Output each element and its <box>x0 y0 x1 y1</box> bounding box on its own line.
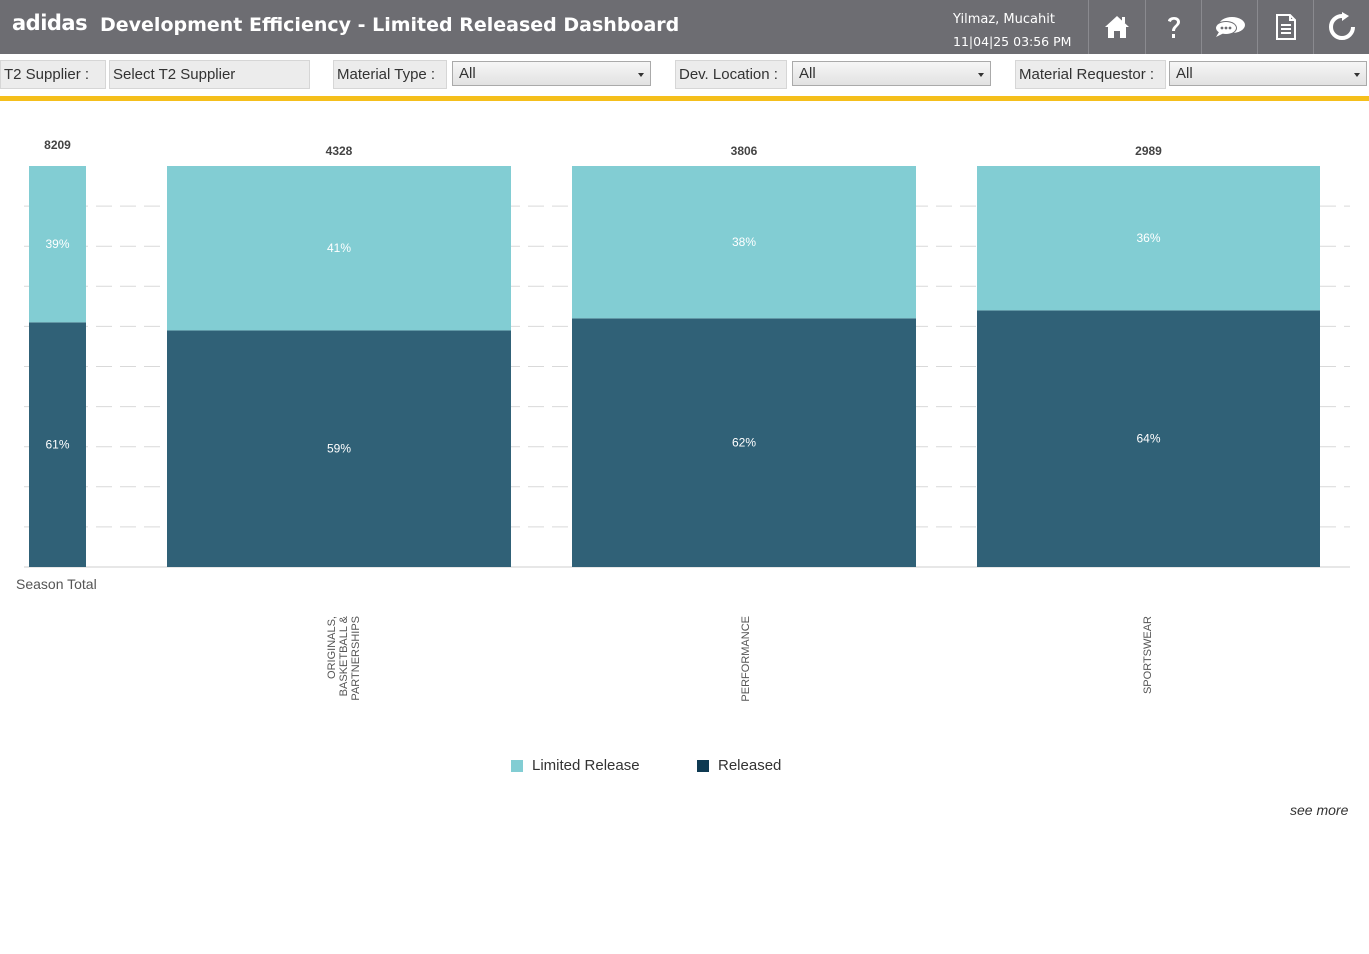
total-label: 2989 <box>1135 144 1162 158</box>
chevron-down-icon <box>1354 73 1360 77</box>
legend-swatch-released <box>697 759 709 772</box>
category-label-performance: PERFORMANCE <box>740 616 752 702</box>
t2-supplier-label: T2 Supplier : <box>0 60 106 89</box>
chat-button[interactable] <box>1201 0 1257 54</box>
help-icon <box>1167 17 1180 38</box>
material-requestor-select[interactable]: All <box>1169 61 1367 86</box>
app-header: adidas Development Efficiency - Limited … <box>0 0 1369 54</box>
total-label: 8209 <box>44 138 71 152</box>
document-icon <box>1275 14 1296 40</box>
material-requestor-value: All <box>1176 65 1193 82</box>
data-label-limited-release: 41% <box>327 241 351 255</box>
legend-label-released: Released <box>718 757 782 774</box>
adidas-logo: adidas <box>12 11 88 35</box>
chevron-down-icon <box>638 73 644 77</box>
legend-label-limited-release: Limited Release <box>532 757 640 774</box>
page-title: Development Efficiency - Limited Release… <box>100 14 680 36</box>
material-type-label: Material Type : <box>333 60 447 89</box>
chevron-down-icon <box>978 73 984 77</box>
see-more-link[interactable]: see more <box>1290 802 1348 818</box>
user-name: Yilmaz, Mucahit <box>953 12 1055 27</box>
report-button[interactable] <box>1257 0 1313 54</box>
material-type-value: All <box>459 65 476 82</box>
data-label-limited-release: 39% <box>45 237 69 251</box>
data-label-released: 62% <box>732 436 756 450</box>
total-label: 4328 <box>326 144 353 158</box>
t2-supplier-input[interactable]: Select T2 Supplier <box>109 60 310 89</box>
data-label-released: 64% <box>1136 432 1160 446</box>
category-label-season-total: Season Total <box>16 576 97 592</box>
data-label-released: 59% <box>327 442 351 456</box>
help-button[interactable] <box>1145 0 1201 54</box>
category-label-sportswear: SPORTSWEAR <box>1142 616 1154 694</box>
dev-location-select[interactable]: All <box>792 61 991 86</box>
refresh-button[interactable] <box>1313 0 1369 54</box>
data-label-limited-release: 36% <box>1136 231 1160 245</box>
home-button[interactable] <box>1088 0 1144 54</box>
legend-item-limited-release[interactable]: Limited Release <box>511 757 640 774</box>
dev-location-label: Dev. Location : <box>675 60 787 89</box>
data-label-released: 61% <box>45 438 69 452</box>
data-label-limited-release: 38% <box>732 235 756 249</box>
legend-item-released[interactable]: Released <box>697 757 781 774</box>
home-icon <box>1104 16 1129 38</box>
legend-swatch-limited-release <box>511 759 523 772</box>
material-requestor-label: Material Requestor : <box>1015 60 1166 89</box>
chat-icon <box>1214 17 1245 37</box>
stacked-bar-chart: 39% 61% 8209 41% 59% 4328 38% 62% 3806 36% 64% 2989… <box>16 138 1350 702</box>
dev-location-value: All <box>799 65 816 82</box>
category-label-originals: ORIGINALS,BASKETBALL &PARTNERSHIPS <box>326 615 362 700</box>
refresh-icon <box>1328 12 1355 40</box>
current-datetime: 11|04|25 03:56 PM <box>953 34 1072 49</box>
filter-bar: T2 Supplier : Select T2 Supplier Materia… <box>0 55 1369 97</box>
material-type-select[interactable]: All <box>452 61 651 86</box>
total-label: 3806 <box>731 144 758 158</box>
